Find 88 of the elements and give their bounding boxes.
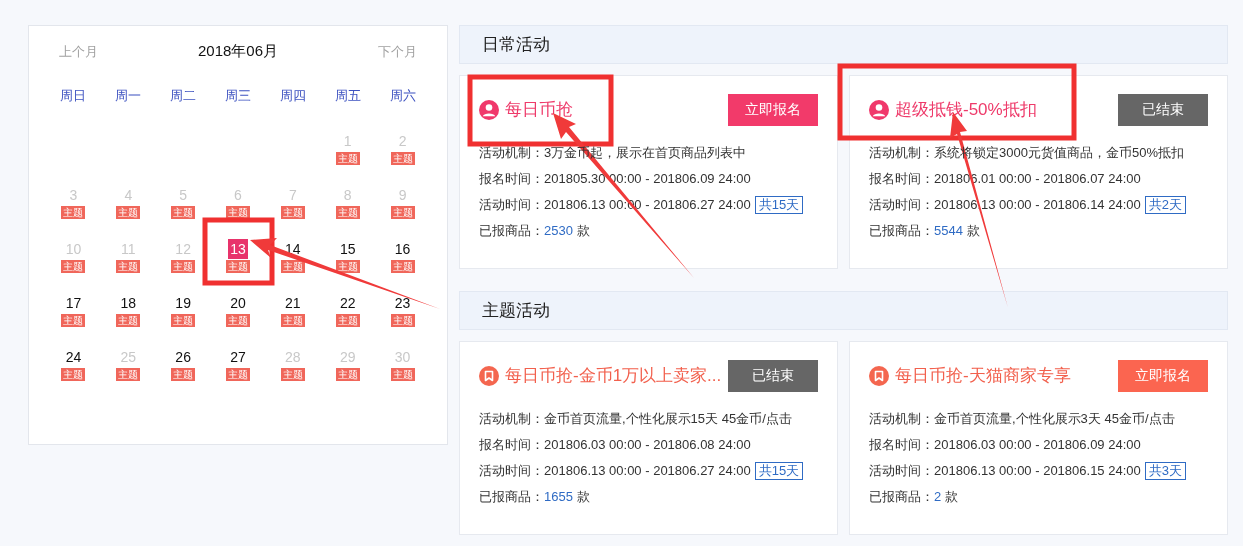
day-number[interactable]: 15 <box>337 239 358 259</box>
theme-tag: 主题 <box>390 314 415 327</box>
theme-tag: 主题 <box>390 206 415 219</box>
prev-month-link[interactable]: 上个月 <box>59 41 98 61</box>
duration-badge: 共15天 <box>754 196 804 214</box>
weekday-label: 周四 <box>279 86 306 105</box>
activity-title: 超级抵钱-50%抵扣 <box>895 98 1037 121</box>
theme-tag: 主题 <box>280 206 305 219</box>
user-icon <box>869 99 889 120</box>
day-number[interactable]: 24 <box>63 347 84 367</box>
theme-tag: 主题 <box>390 368 415 381</box>
theme-tag: 主题 <box>116 368 141 381</box>
theme-tag: 主题 <box>335 260 360 273</box>
unit-text: 款 <box>576 222 590 240</box>
activity-time-text: 活动时间：201806.13 00:00 - 201806.27 24:00 <box>479 462 751 480</box>
mechanism-text: 活动机制：金币首页流量,个性化展示3天 45金币/点击 <box>869 410 1175 428</box>
theme-tag: 主题 <box>280 368 305 381</box>
registered-label: 已报商品： <box>869 488 934 506</box>
next-month-link[interactable]: 下个月 <box>378 41 417 61</box>
signup-time-text: 报名时间：201806.03 00:00 - 201806.09 24:00 <box>869 436 1141 454</box>
activity-title: 每日币抢-天猫商家专享 <box>895 364 1071 387</box>
unit-text: 款 <box>945 488 959 506</box>
weekday-label: 周二 <box>170 86 197 105</box>
day-number[interactable]: 17 <box>63 293 84 313</box>
mechanism-text: 活动机制：金币首页流量,个性化展示15天 45金币/点击 <box>479 410 792 428</box>
duration-badge: 共3天 <box>1144 462 1186 480</box>
bookmark-icon <box>479 365 499 386</box>
theme-tag: 主题 <box>226 260 250 273</box>
day-number[interactable]: 16 <box>392 239 413 259</box>
theme-tag: 主题 <box>390 152 415 165</box>
weekday-label: 周五 <box>334 86 361 105</box>
signup-time-text: 报名时间：201806.03 00:00 - 201806.08 24:00 <box>479 436 751 454</box>
theme-tag: 主题 <box>390 260 415 273</box>
bookmark-icon <box>869 365 889 386</box>
day-number[interactable]: 23 <box>392 293 413 313</box>
theme-tag: 主题 <box>171 314 196 327</box>
day-number[interactable]: 20 <box>228 293 248 313</box>
registered-count: 5544 <box>934 222 963 240</box>
theme-tag: 主题 <box>280 260 305 273</box>
registered-label: 已报商品： <box>479 488 544 506</box>
unit-text: 款 <box>576 488 590 506</box>
day-number[interactable]: 13 <box>228 239 248 259</box>
weekday-label: 周三 <box>225 86 251 105</box>
day-number[interactable]: 27 <box>228 347 248 367</box>
theme-tag: 主题 <box>335 152 360 165</box>
theme-tag: 主题 <box>171 260 196 273</box>
day-number[interactable]: 26 <box>173 347 193 367</box>
theme-tag: 主题 <box>226 314 250 327</box>
theme-tag: 主题 <box>171 368 196 381</box>
theme-tag: 主题 <box>61 260 86 273</box>
theme-tag: 主题 <box>116 206 141 219</box>
section-title: 主题活动 <box>482 299 550 322</box>
day-number[interactable]: 21 <box>283 293 303 313</box>
day-number[interactable]: 22 <box>337 293 358 313</box>
section-title: 日常活动 <box>482 33 550 56</box>
theme-tag: 主题 <box>335 368 360 381</box>
registered-label: 已报商品： <box>479 222 544 240</box>
theme-tag: 主题 <box>171 206 196 219</box>
theme-tag: 主题 <box>116 260 141 273</box>
day-number[interactable]: 18 <box>118 293 139 313</box>
registered-label: 已报商品： <box>869 222 934 240</box>
weekday-label: 周日 <box>60 86 87 105</box>
theme-tag: 主题 <box>280 314 305 327</box>
theme-tag: 主题 <box>116 314 141 327</box>
registered-count: 2 <box>934 488 942 506</box>
activity-title: 每日币抢 <box>505 98 573 121</box>
unit-text: 款 <box>966 222 980 240</box>
theme-tag: 主题 <box>335 206 360 219</box>
month-title: 2018年06月 <box>197 41 279 61</box>
activity-time-text: 活动时间：201806.13 00:00 - 201806.15 24:00 <box>869 462 1141 480</box>
action-button[interactable]: 立即报名 <box>728 93 818 126</box>
registered-count: 2530 <box>544 222 573 240</box>
user-icon <box>479 99 499 120</box>
day-number[interactable]: 19 <box>173 293 193 313</box>
duration-badge: 共15天 <box>754 462 804 480</box>
theme-tag: 主题 <box>61 206 86 219</box>
theme-tag: 主题 <box>61 314 86 327</box>
action-button[interactable]: 已结束 <box>728 359 818 392</box>
action-button[interactable]: 已结束 <box>1118 93 1208 126</box>
weekday-label: 周一 <box>115 86 142 105</box>
action-button[interactable]: 立即报名 <box>1118 359 1208 392</box>
theme-tag: 主题 <box>335 314 360 327</box>
theme-tag: 主题 <box>226 368 250 381</box>
duration-badge: 共2天 <box>1144 196 1186 214</box>
weekday-label: 周六 <box>389 86 416 105</box>
registered-count: 1655 <box>544 488 573 506</box>
activity-title: 每日币抢-金币1万以上卖家... <box>505 364 722 387</box>
theme-tag: 主题 <box>61 368 86 381</box>
